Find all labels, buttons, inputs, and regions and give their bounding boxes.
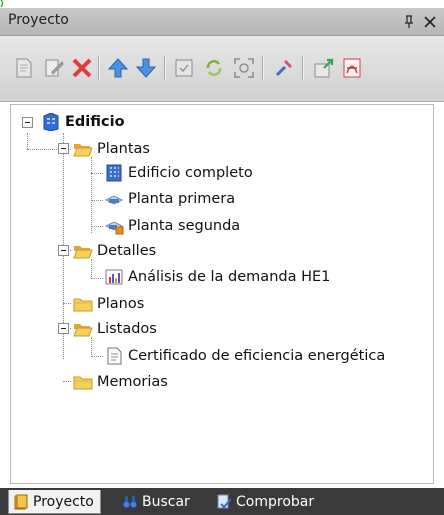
tab-label: Comprobar (236, 494, 315, 510)
tree-node-label: Planta primera (128, 191, 236, 207)
tree-node-label: Análisis de la demanda HE1 (128, 269, 331, 285)
move-down-icon[interactable] (134, 56, 158, 80)
tab-buscar[interactable]: Buscar (118, 490, 196, 514)
tree-node-label: Planos (97, 296, 145, 312)
tree-node-analisis-demanda[interactable]: Análisis de la demanda HE1 (104, 266, 330, 288)
building-icon (41, 113, 61, 131)
collapse-icon[interactable] (58, 323, 69, 334)
chart-icon (104, 268, 124, 286)
tree-node-label: Edificio (65, 114, 125, 130)
tool-icon[interactable] (272, 56, 296, 80)
fit-view-icon[interactable] (232, 56, 256, 80)
tree-node-planta-segunda[interactable]: Planta segunda (104, 215, 240, 237)
tree-node-planta-primera[interactable]: Planta primera (104, 188, 235, 210)
tree-node-planos[interactable]: Planos (73, 293, 144, 315)
tree-node-plantas[interactable]: Plantas (73, 138, 150, 160)
pdf-icon[interactable] (340, 56, 364, 80)
open-folder-icon (73, 140, 93, 158)
toolbar-separator (302, 56, 304, 80)
pin-icon[interactable] (399, 12, 419, 32)
collapse-icon[interactable] (58, 143, 69, 154)
document-icon (104, 347, 124, 365)
check-document-icon (216, 494, 232, 510)
open-folder-icon (73, 242, 93, 260)
edit-page-icon[interactable] (42, 56, 66, 80)
toolbar-separator (98, 56, 100, 80)
open-folder-icon (73, 320, 93, 338)
tree-node-label: Planta segunda (128, 218, 241, 234)
tree-node-detalles[interactable]: Detalles (73, 240, 156, 262)
tree-node-label: Detalles (97, 243, 157, 259)
folder-icon (73, 373, 93, 391)
building-grid-icon (104, 164, 124, 182)
delete-icon[interactable] (70, 56, 94, 80)
export-icon[interactable] (312, 56, 336, 80)
tab-comprobar[interactable]: Comprobar (212, 490, 320, 514)
tree-node-certificado[interactable]: Certificado de eficiencia energética (104, 345, 385, 367)
toolbar-separator (262, 56, 264, 80)
tree-node-label: Listados (97, 321, 157, 337)
panel-title: Proyecto (8, 12, 69, 28)
new-page-icon[interactable] (12, 56, 36, 80)
corner-mark (0, 0, 6, 8)
floor-icon (104, 190, 124, 208)
tree-node-edificio[interactable]: Edificio (41, 111, 125, 133)
project-tree: Edificio Plantas Edificio completo Plant… (10, 104, 434, 484)
tree-node-listados[interactable]: Listados (73, 318, 157, 340)
binoculars-icon (122, 494, 138, 510)
tab-proyecto[interactable]: Proyecto (8, 490, 101, 514)
close-icon[interactable] (420, 12, 440, 32)
collapse-icon[interactable] (22, 117, 33, 128)
panel-header: Proyecto (0, 8, 444, 36)
tree-node-label: Edificio completo (128, 165, 253, 181)
tab-label: Proyecto (33, 493, 94, 510)
floor-active-icon (104, 217, 124, 235)
tree-node-label: Certificado de eficiencia energética (128, 348, 386, 364)
toolbar-separator (164, 56, 166, 80)
toolbar (0, 36, 444, 102)
book-icon (13, 494, 29, 510)
tab-label: Buscar (142, 494, 190, 510)
collapse-icon[interactable] (58, 245, 69, 256)
folder-icon (73, 295, 93, 313)
tree-node-edificio-completo[interactable]: Edificio completo (104, 162, 253, 184)
bottom-tab-bar: Proyecto Buscar Comprobar (0, 488, 444, 515)
refresh-icon[interactable] (202, 56, 226, 80)
tree-node-label: Memorias (97, 374, 168, 390)
properties-icon[interactable] (172, 56, 196, 80)
move-up-icon[interactable] (106, 56, 130, 80)
tree-node-label: Plantas (97, 141, 150, 157)
tree-node-memorias[interactable]: Memorias (73, 371, 168, 393)
